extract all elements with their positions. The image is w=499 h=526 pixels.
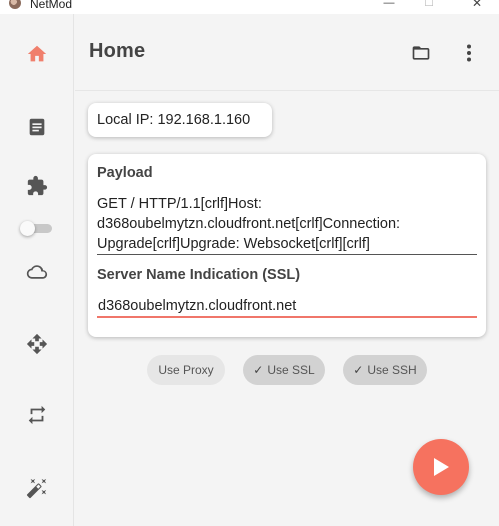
payload-line: GET / HTTP/1.1[crlf]Host: — [97, 196, 262, 212]
sidebar-item-logs[interactable] — [22, 112, 52, 142]
sni-input[interactable] — [97, 294, 477, 318]
payload-field[interactable]: GET / HTTP/1.1[crlf]Host: d368oubelmytzn… — [97, 194, 481, 254]
repeat-icon — [28, 405, 46, 425]
magic-wand-icon — [26, 478, 47, 499]
sidebar-item-home[interactable] — [22, 39, 52, 69]
play-icon — [434, 458, 449, 476]
cloud-icon — [26, 265, 48, 279]
use-proxy-chip[interactable]: Use Proxy — [147, 355, 225, 385]
minimize-button[interactable]: — — [375, 0, 403, 10]
start-button[interactable] — [413, 439, 469, 495]
maximize-button[interactable]: ☐ — [415, 0, 443, 10]
toggle-thumb — [20, 221, 35, 236]
sidebar-item-tunnel[interactable] — [22, 329, 52, 359]
move-arrows-icon — [26, 333, 48, 355]
check-icon: ✓ — [253, 363, 264, 377]
folder-icon — [412, 46, 430, 60]
payload-line: d368oubelmytzn.cloudfront.net[crlf]Conne… — [97, 216, 401, 232]
use-ssh-chip[interactable]: ✓ Use SSH — [343, 355, 427, 385]
plugins-toggle[interactable] — [20, 221, 52, 237]
more-vert-icon — [467, 44, 471, 62]
more-options-button[interactable] — [457, 40, 481, 66]
payload-line: Upgrade[crlf]Upgrade: Websocket[crlf][cr… — [97, 236, 370, 252]
sni-label: Server Name Indication (SSL) — [97, 267, 301, 283]
sni-underline — [97, 316, 477, 318]
sidebar-item-sync[interactable] — [22, 400, 52, 430]
payload-underline — [97, 254, 477, 255]
config-card: Payload GET / HTTP/1.1[crlf]Host: d368ou… — [88, 154, 486, 337]
open-folder-button[interactable] — [406, 40, 436, 66]
header-divider — [75, 90, 499, 91]
chip-label: Use SSL — [267, 363, 315, 377]
check-icon: ✓ — [353, 363, 364, 377]
app-header: Home — [75, 14, 499, 90]
title-bar: NetMod — ☐ ✕ — [0, 0, 499, 14]
payload-label: Payload — [97, 165, 153, 181]
sidebar — [0, 14, 74, 526]
window-title: NetMod — [30, 0, 73, 11]
chip-label: Use Proxy — [158, 363, 214, 377]
home-icon — [27, 45, 47, 62]
chip-label: Use SSH — [367, 363, 417, 377]
sidebar-item-tools[interactable] — [22, 473, 52, 503]
puzzle-icon — [27, 175, 48, 196]
use-ssl-chip[interactable]: ✓ Use SSL — [243, 355, 325, 385]
sidebar-item-cloud[interactable] — [22, 257, 52, 287]
app-logo — [9, 0, 21, 9]
document-icon — [29, 118, 45, 136]
page-title: Home — [89, 40, 146, 62]
close-button[interactable]: ✕ — [463, 0, 491, 10]
local-ip-card: Local IP: 192.168.1.160 — [88, 103, 272, 137]
sidebar-item-plugins[interactable] — [22, 171, 52, 201]
